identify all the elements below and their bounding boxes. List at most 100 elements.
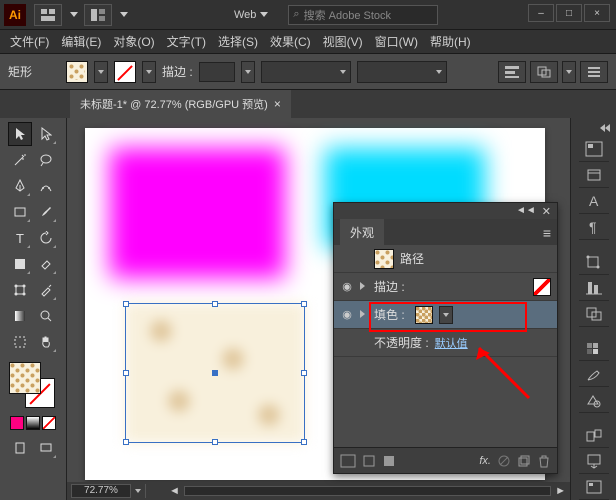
css-panel-icon[interactable] [579,476,609,500]
menu-file[interactable]: 文件(F) [4,33,55,50]
hand-tool[interactable] [34,330,58,354]
brushes-panel-icon[interactable] [579,363,609,387]
brush-definition-dropdown[interactable] [261,61,351,83]
paintbrush-tool[interactable] [34,200,58,224]
appearance-tab[interactable]: 外观 [340,219,384,245]
stroke-dropdown[interactable] [142,61,156,83]
color-mode-gradient[interactable] [26,416,40,430]
add-fill-icon[interactable] [382,454,396,468]
menu-window[interactable]: 窗口(W) [369,33,424,50]
shape-mode-icon[interactable] [530,61,558,83]
zoom-input[interactable]: 72.77% [71,484,131,498]
handle-bc[interactable] [212,439,218,445]
asset-export-panel-icon[interactable] [579,450,609,474]
artboards-panel-icon[interactable] [579,424,609,448]
pathfinder-panel-icon[interactable] [579,303,609,327]
panel-menu-icon[interactable]: ≡ [537,219,557,245]
color-mode-solid[interactable] [10,416,24,430]
panel-collapse-icon[interactable] [571,124,616,136]
add-effect-label[interactable]: fx. [479,455,491,467]
eraser-tool[interactable] [34,252,58,276]
stroke-row-swatch[interactable] [533,278,551,296]
gradient-tool[interactable] [8,304,32,328]
handle-mr[interactable] [301,370,307,376]
handle-br[interactable] [301,439,307,445]
handle-tl[interactable] [123,301,129,307]
properties-panel-icon[interactable] [579,138,609,162]
symbols-panel-icon[interactable] [579,389,609,413]
appearance-fill-row[interactable]: ◉ 填色 : [334,301,557,329]
opacity-value[interactable]: 默认值 [435,335,468,351]
paragraph-panel-icon[interactable]: ¶ [579,216,609,240]
color-mode-none[interactable] [42,416,56,430]
duplicate-icon[interactable] [517,454,531,468]
panel-close-icon[interactable]: ✕ [542,205,551,217]
character-panel-icon[interactable]: A [579,190,609,214]
panel-menu-icon[interactable] [580,61,608,83]
align-panel-icon[interactable] [579,277,609,301]
stroke-swatch[interactable] [114,61,136,83]
appearance-opacity-row[interactable]: 不透明度 : 默认值 [334,329,557,357]
window-close[interactable]: × [584,4,610,22]
disclosure-icon[interactable] [360,309,368,321]
zoom-dropdown-icon[interactable] [135,489,141,493]
fill-stroke-indicator[interactable] [7,360,59,412]
menu-type[interactable]: 文字(T) [161,33,212,50]
screen-mode[interactable] [34,436,58,460]
visibility-toggle-icon[interactable]: ◉ [340,280,354,293]
rotate-tool[interactable] [34,226,58,250]
handle-ml[interactable] [123,370,129,376]
free-transform-tool[interactable] [8,278,32,302]
menu-view[interactable]: 视图(V) [317,33,369,50]
swatches-panel-icon[interactable] [579,337,609,361]
menu-effect[interactable]: 效果(C) [264,33,317,50]
direct-selection-tool[interactable] [34,122,58,146]
shape-mode-dropdown[interactable] [562,61,576,83]
fill-swatch[interactable] [66,61,88,83]
transform-panel-icon[interactable] [579,251,609,275]
curvature-tool[interactable] [34,174,58,198]
pen-tool[interactable] [8,174,32,198]
clear-appearance-icon[interactable] [497,454,511,468]
zoom-tool[interactable] [34,304,58,328]
stroke-weight-dropdown[interactable] [241,61,255,83]
artboard-tool[interactable] [8,330,32,354]
magenta-rectangle[interactable] [110,148,285,278]
horizontal-scrollbar[interactable] [184,486,551,496]
tab-close-icon[interactable]: × [274,97,281,111]
fill-row-swatch[interactable] [415,306,433,324]
magic-wand-tool[interactable] [8,148,32,172]
handle-center[interactable] [212,370,218,376]
style-dropdown[interactable] [357,61,447,83]
type-tool[interactable]: T [8,226,32,250]
rectangle-tool[interactable] [8,200,32,224]
visibility-toggle-icon[interactable]: ◉ [340,308,354,321]
selected-pattern-rectangle[interactable] [125,303,305,443]
handle-tc[interactable] [212,301,218,307]
fill-swatch-dropdown[interactable] [439,306,453,324]
stock-search-input[interactable]: ⌕ 搜索 Adobe Stock [288,5,438,25]
disclosure-icon[interactable] [360,281,368,293]
window-maximize[interactable]: □ [556,4,582,22]
delete-icon[interactable] [537,454,551,468]
workspace-preset-label[interactable]: Web [234,9,256,21]
selection-tool[interactable] [8,122,32,146]
menu-edit[interactable]: 编辑(E) [55,33,107,50]
draw-mode[interactable] [8,436,32,460]
panel-collapse-icon[interactable]: ◄◄ [516,205,536,217]
libraries-panel-icon[interactable] [579,164,609,188]
fill-indicator[interactable] [9,362,41,394]
window-minimize[interactable]: – [528,4,554,22]
bridge-launcher[interactable] [34,4,78,26]
menu-help[interactable]: 帮助(H) [424,33,477,50]
align-icon[interactable] [498,61,526,83]
lasso-tool[interactable] [34,148,58,172]
handle-tr[interactable] [301,301,307,307]
add-stroke-icon[interactable] [362,454,376,468]
eyedropper-tool[interactable] [34,278,58,302]
shaper-tool[interactable] [8,252,32,276]
document-tab[interactable]: 未标题-1* @ 72.77% (RGB/GPU 预览) × [70,90,291,118]
handle-bl[interactable] [123,439,129,445]
fill-dropdown[interactable] [94,61,108,83]
menu-select[interactable]: 选择(S) [212,33,264,50]
